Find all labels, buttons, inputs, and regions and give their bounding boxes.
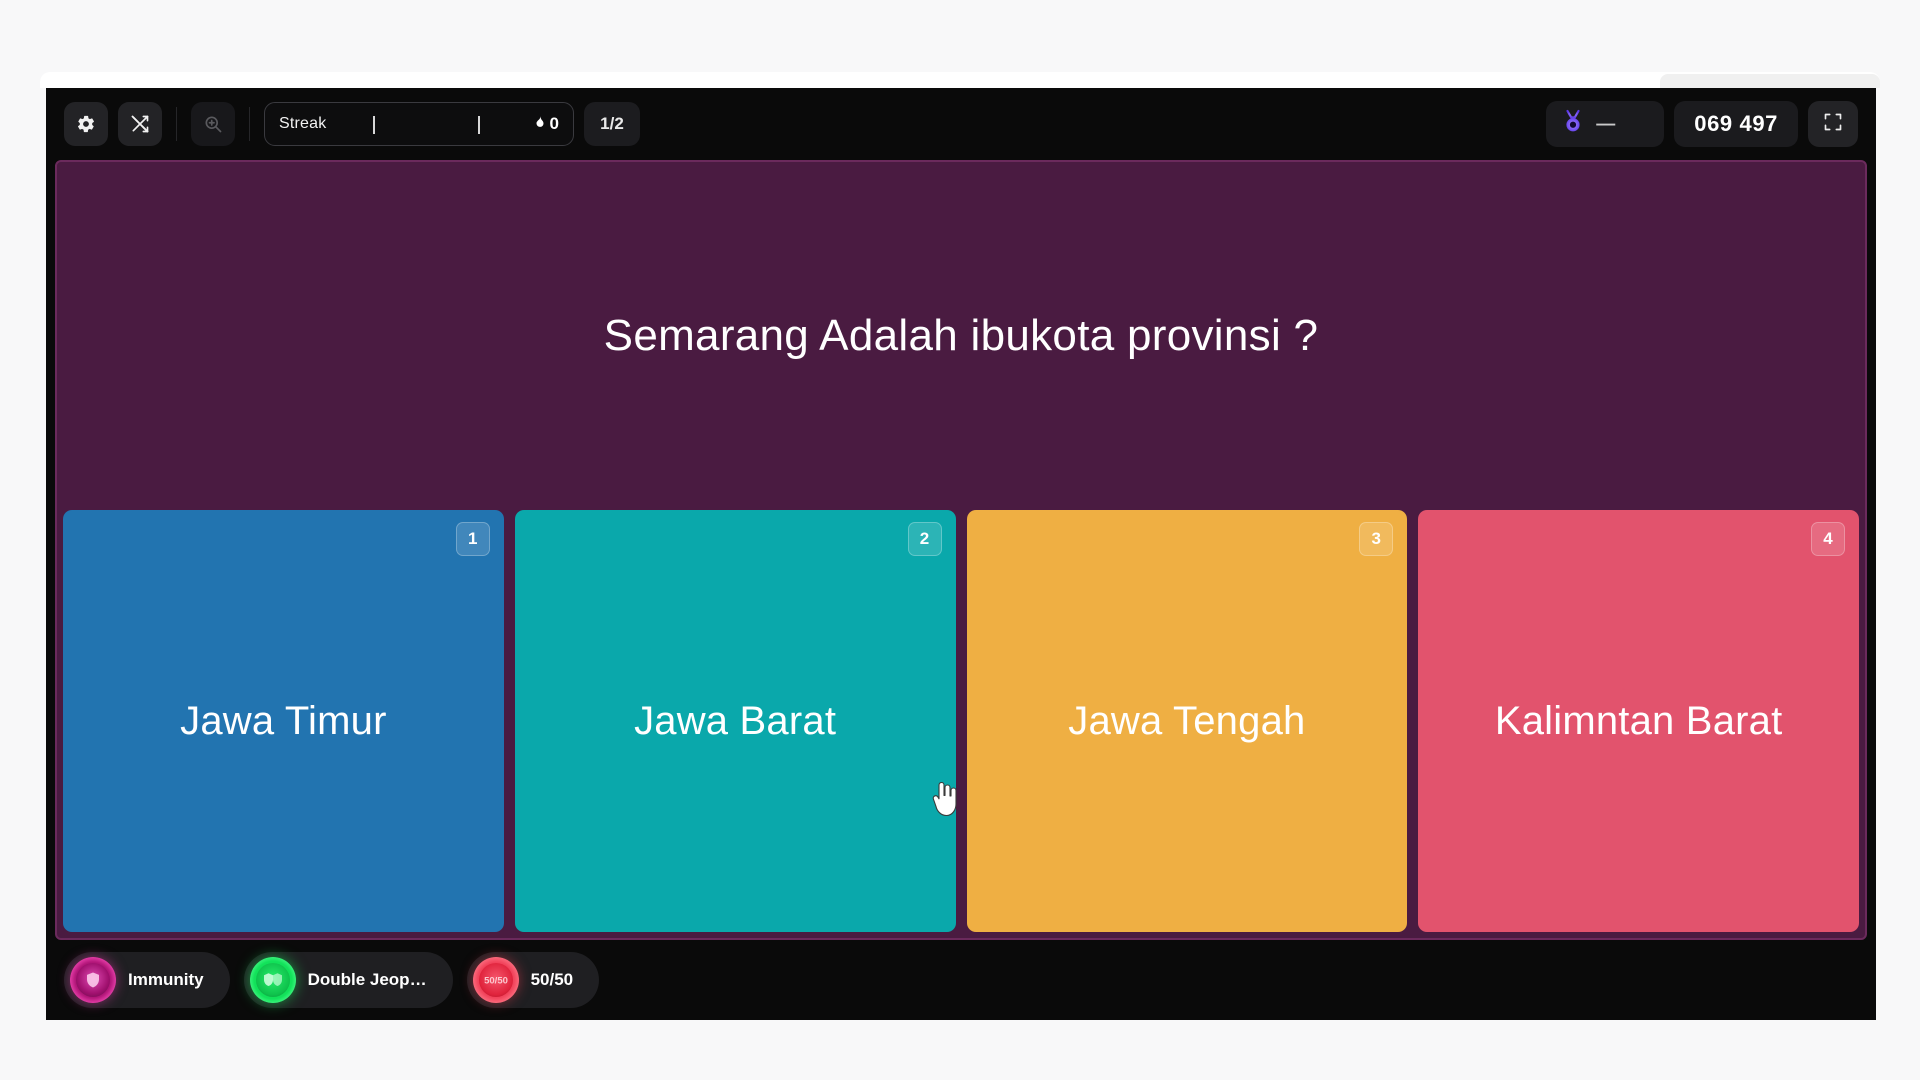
top-toolbar: Streak 0 1/2 — 069 497 [46,88,1876,160]
toolbar-divider-2 [249,107,250,141]
powerup-fifty-fifty[interactable]: 50/50 50/50 [466,952,600,1008]
fullscreen-button[interactable] [1808,101,1858,147]
shield-icon [70,957,116,1003]
answer-tile-4[interactable]: 4 Kalimntan Barat [1418,510,1859,932]
rank-value: — [1596,113,1616,135]
streak-meter[interactable]: Streak 0 [264,102,574,146]
settings-button[interactable] [64,102,108,146]
browser-tab-strip [40,72,1880,88]
svg-text:50/50: 50/50 [484,975,508,986]
fifty-fifty-icon: 50/50 [472,957,519,1003]
shuffle-toggle-button[interactable] [118,102,162,146]
fullscreen-icon [1823,112,1843,137]
quiz-app-window: Streak 0 1/2 — 069 497 Semarang Adalah i… [46,88,1876,1020]
powerup-label: 50/50 [530,970,574,989]
streak-tick-marks [265,103,573,145]
powerup-bar: Immunity Double Jeop… 50/50 50/50 [46,940,1876,1020]
shuffle-off-icon [129,114,151,134]
answer-tile-2[interactable]: 2 Jawa Barat [514,510,956,932]
question-area: Semarang Adalah ibukota provinsi ? [57,162,1865,510]
gear-icon [76,114,96,134]
answer-label: Jawa Timur [180,698,387,743]
toolbar-divider-1 [176,107,177,141]
answer-label: Kalimntan Barat [1494,698,1783,743]
toolbar-right-group: — 069 497 [1546,101,1858,147]
powerup-double-jeopardy[interactable]: Double Jeop… [243,952,453,1008]
question-counter[interactable]: 1/2 [584,102,640,146]
powerup-label: Double Jeop… [307,970,427,989]
double-dice-icon [249,957,296,1003]
powerup-immunity[interactable]: Immunity [64,952,230,1008]
quiz-stage: Semarang Adalah ibukota provinsi ? 1 Jaw… [55,160,1867,940]
question-text: Semarang Adalah ibukota provinsi ? [603,311,1319,360]
answer-label: Jawa Barat [634,698,837,743]
powerup-label: Immunity [128,970,204,989]
answer-number-badge: 2 [907,522,942,556]
rank-pill[interactable]: — [1546,101,1665,147]
zoom-in-button[interactable] [191,102,235,146]
answer-number-badge: 1 [455,522,490,556]
answer-grid: 1 Jawa Timur 2 Jawa Barat 3 Jawa Tengah … [57,510,1865,938]
answer-tile-3[interactable]: 3 Jawa Tengah [966,510,1408,932]
zoom-in-icon [203,114,223,134]
answer-number-badge: 4 [1811,522,1845,556]
answer-number-badge: 3 [1359,522,1394,556]
page-root: Streak 0 1/2 — 069 497 Semarang Adalah i… [0,0,1920,1080]
answer-label: Jawa Tengah [1068,698,1306,743]
medal-icon [1562,109,1584,140]
room-code[interactable]: 069 497 [1674,101,1798,147]
browser-tab-strip-right [1660,74,1880,88]
answer-tile-1[interactable]: 1 Jawa Timur [63,510,504,932]
